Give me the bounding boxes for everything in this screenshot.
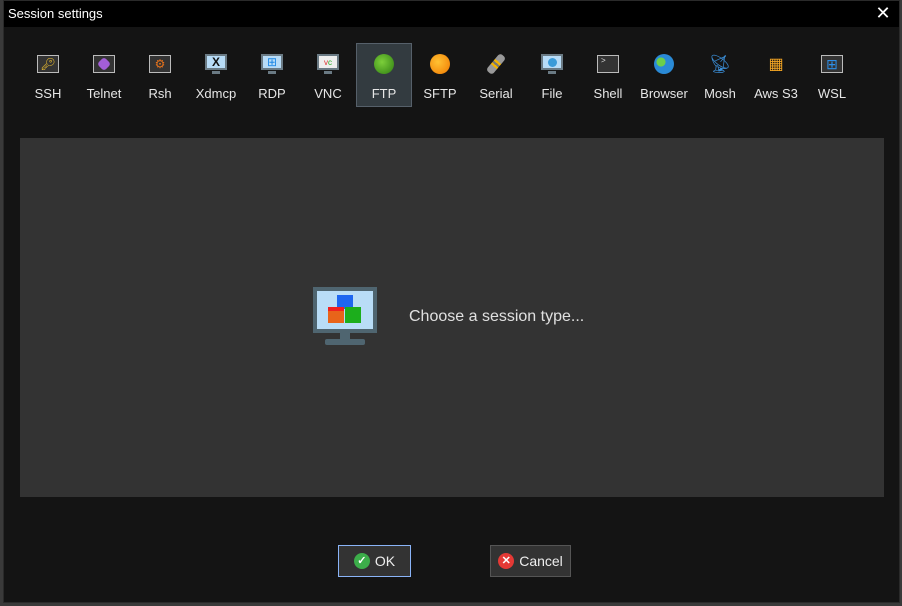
green-globe-icon [373,53,395,75]
key-icon: 🔑︎ [37,55,59,73]
tool-label: File [541,86,563,101]
title-bar: Session settings ✕ [4,1,899,27]
cancel-x-icon: ✕ [498,553,515,569]
session-type-toolbar: 🔑︎ SSH Telnet ⚙ Rsh X Xdmcp ⊞ RDP v c VNC FTP … [20,43,860,107]
telnet-gem-icon [93,55,115,73]
cancel-button[interactable]: ✕ Cancel [490,545,571,577]
tool-label: Mosh [704,86,736,101]
earth-globe-icon [653,53,675,75]
close-icon[interactable]: ✕ [875,4,891,22]
choose-session-message: Choose a session type... [409,308,585,325]
aws-cubes-icon: ▦ [768,56,784,73]
session-type-sftp[interactable]: SFTP [412,43,468,107]
windows-box-icon: ⊞ [821,55,843,73]
ok-label: OK [374,553,396,569]
terminal-icon: > [597,55,619,73]
session-type-serial[interactable]: Serial [468,43,524,107]
gears-icon: ⚙ [149,55,171,73]
vnc-monitor-icon: vc [317,54,339,74]
tool-label: Aws S3 [754,86,798,101]
session-type-mosh[interactable]: 📡︎ Mosh [692,43,748,107]
tool-label: SSH [34,86,62,101]
session-type-rdp[interactable]: ⊞ RDP [244,43,300,107]
tool-label: RDP [258,86,286,101]
orange-globe-icon [429,53,451,75]
serial-plug-icon [485,53,507,75]
ok-button[interactable]: ✓ OK [338,545,411,577]
tool-label: FTP [371,86,397,101]
check-icon: ✓ [353,553,370,569]
windows-monitor-icon: ⊞ [261,54,283,74]
session-type-vnc[interactable]: v c VNC [300,43,356,107]
session-type-wsl[interactable]: ⊞ WSL [804,43,860,107]
tool-label: WSL [817,86,847,101]
session-type-ftp[interactable]: FTP [356,43,412,107]
tool-label: SFTP [423,86,457,101]
tool-label: VNC [314,86,342,101]
x-monitor-icon: X [205,54,227,74]
satellite-dish-icon: 📡︎ [708,53,732,74]
session-type-aws-s3[interactable]: ▦ Aws S3 [748,43,804,107]
session-type-browser[interactable]: Browser [636,43,692,107]
session-type-rsh[interactable]: ⚙ Rsh [132,43,188,107]
tool-label: Browser [640,86,688,101]
tool-label: Rsh [148,86,172,101]
window-title: Session settings [8,6,103,21]
session-monitor-cubes-icon [313,287,377,345]
tool-label: Serial [479,86,513,101]
cancel-label: Cancel [519,553,563,569]
tool-label: Xdmcp [195,86,237,101]
session-type-shell[interactable]: > Shell [580,43,636,107]
tool-label: Telnet [86,86,122,101]
session-type-telnet[interactable]: Telnet [76,43,132,107]
session-type-ssh[interactable]: 🔑︎ SSH [20,43,76,107]
tool-label: Shell [593,86,623,101]
session-settings-dialog: Session settings ✕ 🔑︎ SSH Telnet ⚙ Rsh X Xd… [3,0,900,603]
session-type-file[interactable]: File [524,43,580,107]
session-type-xdmcp[interactable]: X Xdmcp [188,43,244,107]
session-content-panel: Choose a session type... [20,138,884,497]
file-monitor-icon [541,54,563,74]
